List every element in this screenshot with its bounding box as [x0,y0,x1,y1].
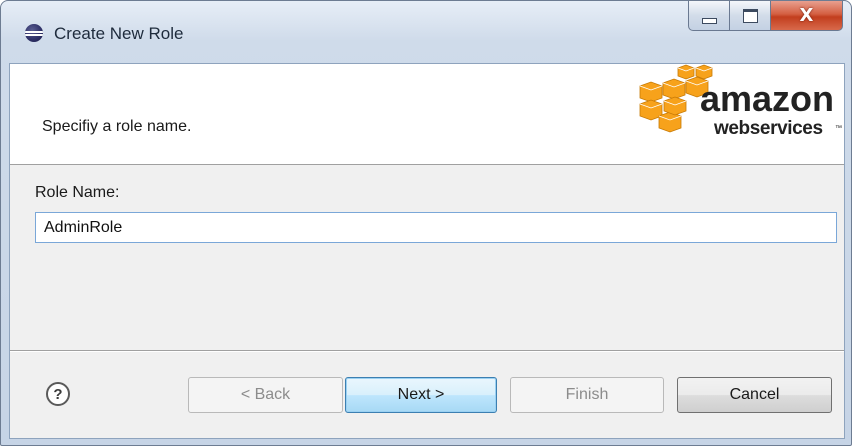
maximize-button[interactable] [730,1,771,31]
role-name-label: Role Name: [35,184,120,201]
dialog-body: Specifiy a role name. amazon webservices… [9,63,845,439]
title-bar[interactable]: Create New Role X [1,1,851,63]
window-controls: X [688,1,843,31]
banner-message: Specifiy a role name. [42,118,192,135]
aws-logo-line1: amazon [700,78,834,119]
wizard-banner: Specifiy a role name. amazon webservices… [10,64,844,165]
aws-logo-tm: ™ [835,125,842,132]
aws-logo-line2: webservices [713,118,823,139]
maximize-icon [742,8,758,23]
finish-button[interactable]: Finish [510,377,664,413]
close-icon: X [799,4,814,26]
role-name-input[interactable] [35,212,837,243]
eclipse-icon [25,24,43,42]
window-title: Create New Role [54,24,184,43]
create-role-dialog: Create New Role X Specifiy a role name. [0,0,852,446]
help-icon[interactable]: ? [46,382,70,406]
next-button[interactable]: Next > [345,377,497,413]
back-button[interactable]: < Back [188,377,343,413]
aws-logo: amazon webservices ™ [639,64,842,139]
minimize-button[interactable] [688,1,730,31]
close-button[interactable]: X [771,1,843,31]
button-bar-separator [10,350,844,352]
minimize-icon [701,17,717,24]
cancel-button[interactable]: Cancel [677,377,832,413]
